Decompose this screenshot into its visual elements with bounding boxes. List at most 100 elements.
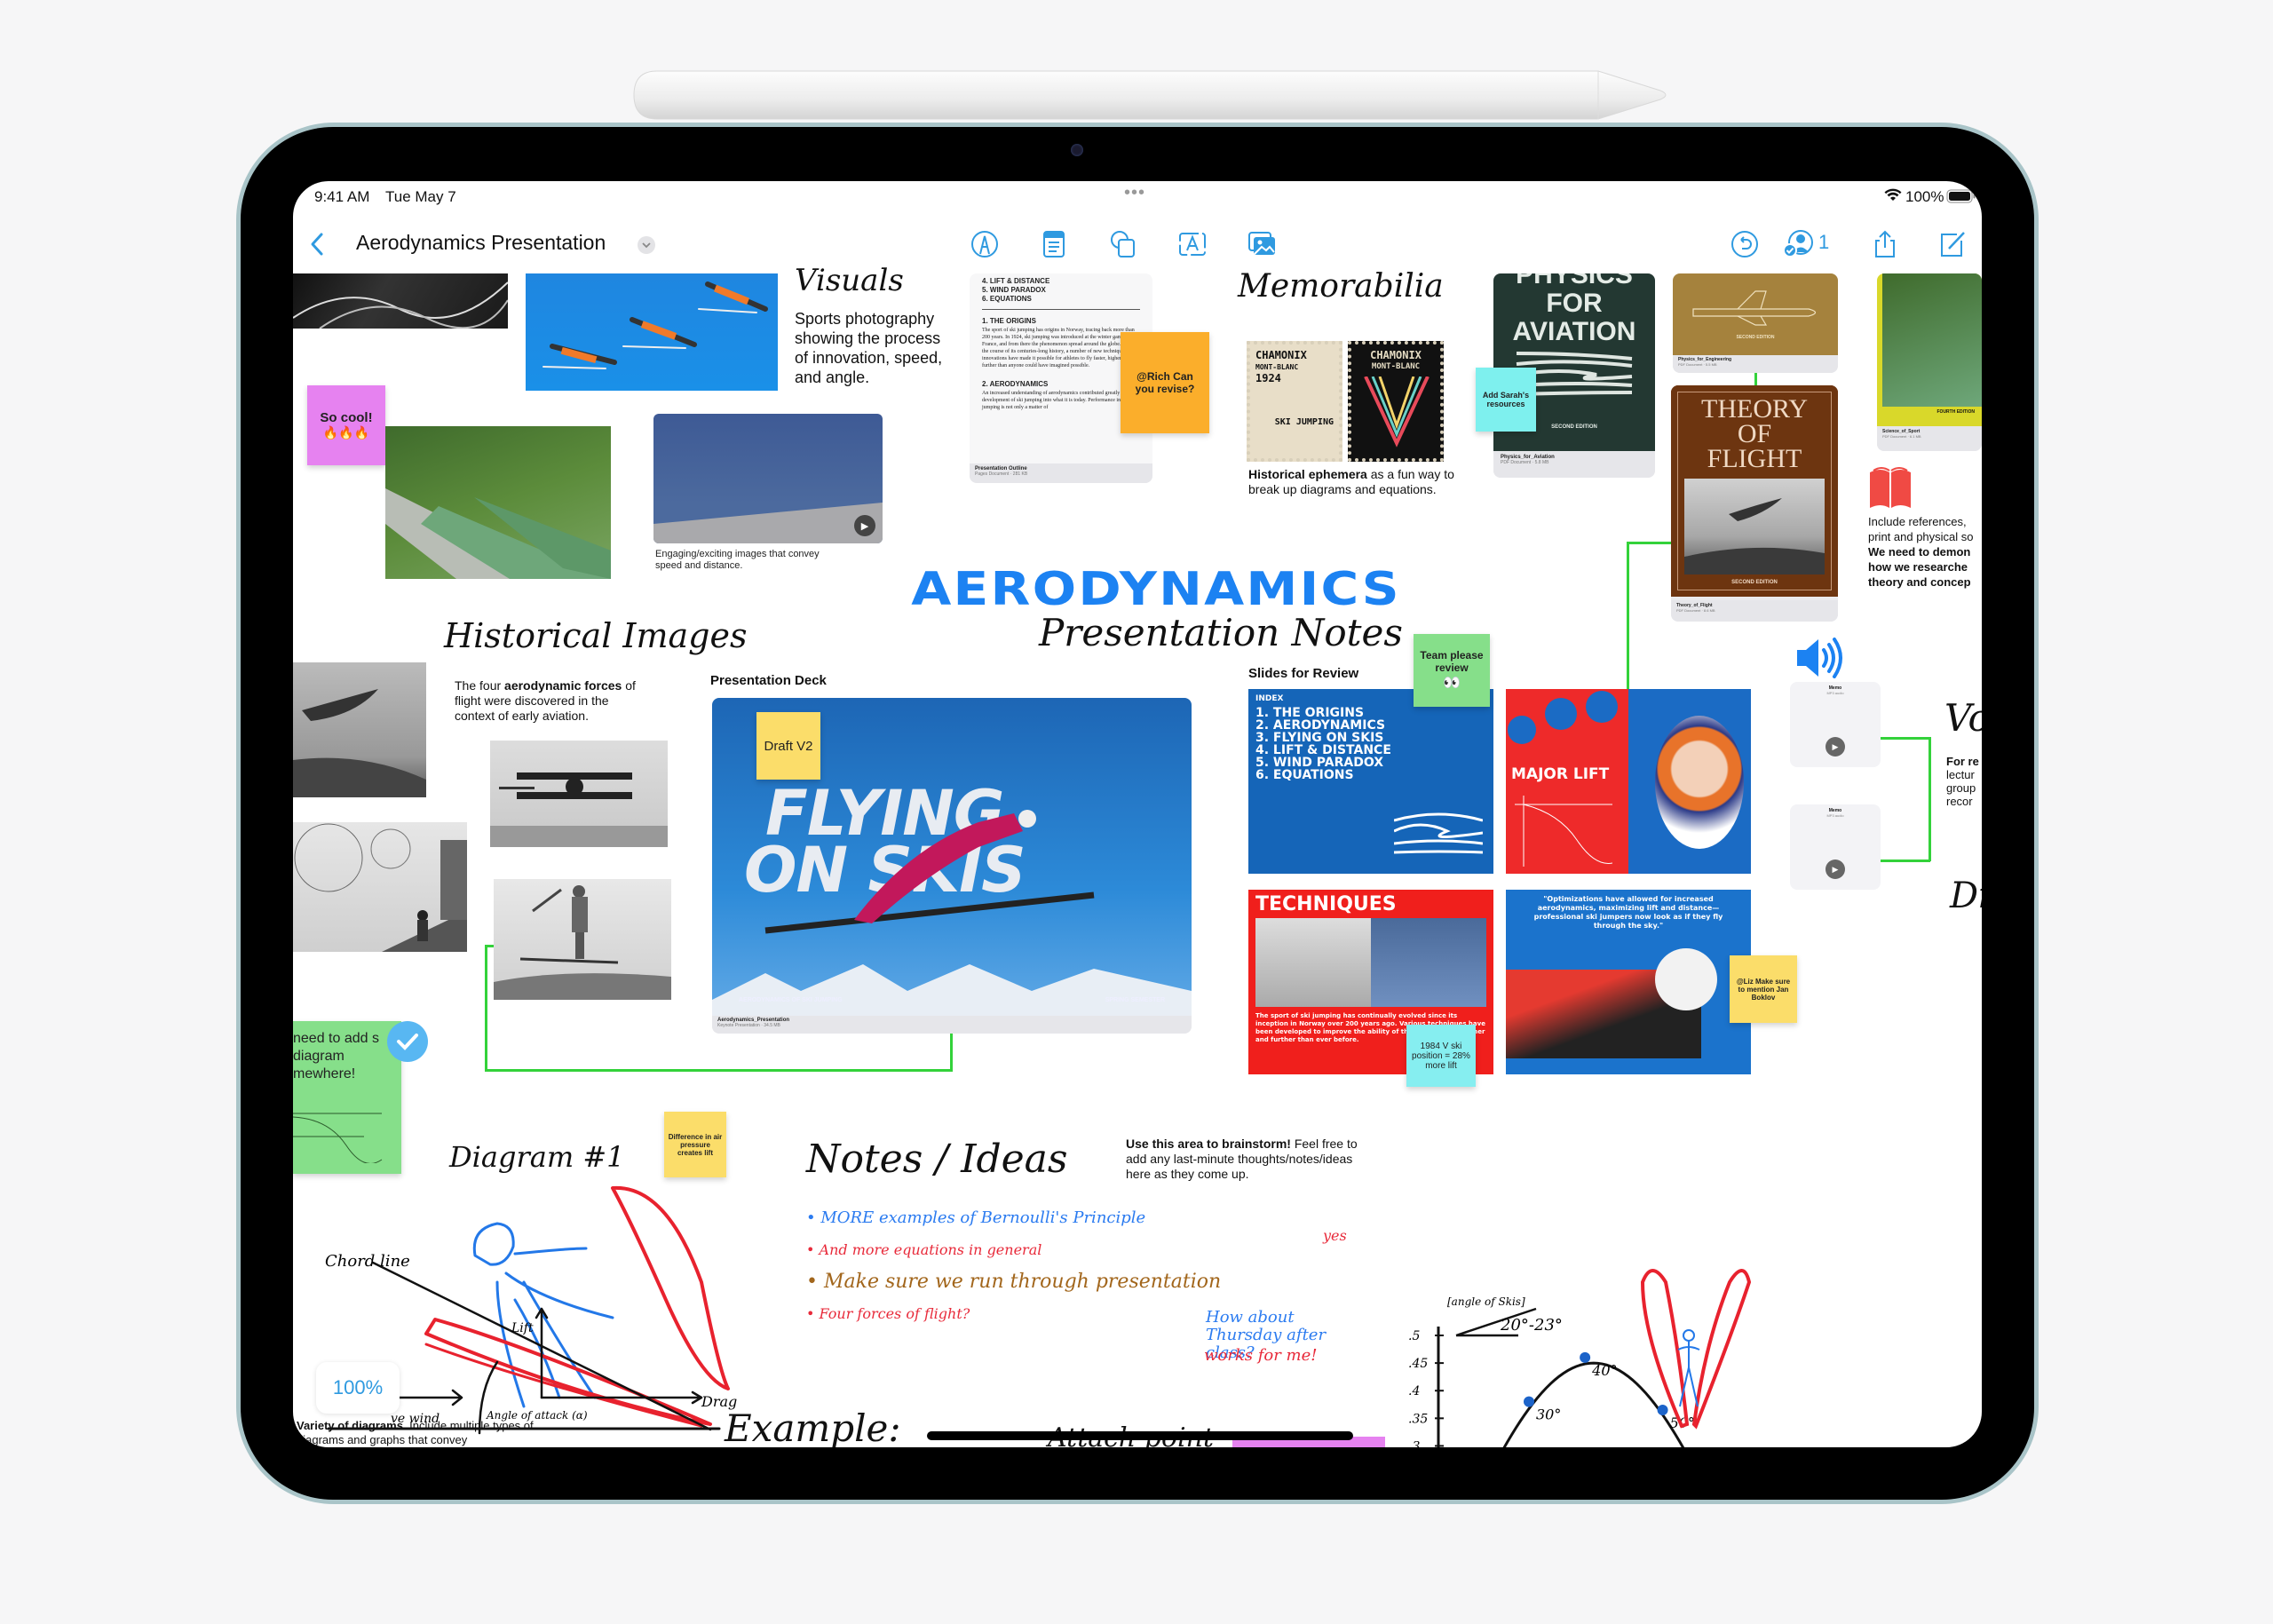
back-button[interactable] bbox=[307, 229, 329, 259]
outline-list-item: 4. LIFT & DISTANCE bbox=[982, 277, 1050, 285]
sticky-note-button[interactable] bbox=[1039, 229, 1069, 259]
sticky-draft-v2[interactable]: Draft V2 bbox=[756, 712, 820, 780]
pen-tool-button[interactable] bbox=[970, 229, 1000, 259]
abstract-photo[interactable] bbox=[293, 273, 508, 329]
play-button[interactable]: ▶ bbox=[854, 515, 875, 536]
reply-works: works for me! bbox=[1204, 1346, 1318, 1365]
slides-review-label: Slides for Review bbox=[1248, 666, 1359, 681]
caption-bold: aerodynamic forces bbox=[504, 678, 622, 693]
voice-memos-text: For re lectur group recor bbox=[1946, 755, 1982, 808]
book-physics-for-engineering[interactable]: SECOND EDITION Physics_for_Engineering PD… bbox=[1673, 273, 1838, 373]
play-button[interactable]: ▶ bbox=[1826, 860, 1845, 879]
sticky-add-diagram[interactable]: need to add s diagram mewhere! bbox=[293, 1021, 401, 1174]
collaborators-button[interactable] bbox=[1781, 229, 1817, 259]
media-button[interactable] bbox=[1247, 229, 1277, 259]
board-subtitle: Presentation Notes bbox=[1039, 611, 1403, 654]
collaborators-icon bbox=[1783, 230, 1813, 257]
caption-bold: Variety of diagrams. bbox=[297, 1419, 407, 1432]
visuals-heading: Visuals bbox=[795, 263, 904, 298]
connector-line bbox=[1754, 373, 1757, 385]
caption-bold: Historical ephemera bbox=[1248, 467, 1367, 481]
sticky-text: So cool! bbox=[320, 410, 373, 425]
pen-icon bbox=[971, 231, 998, 257]
collaborator-count: 1 bbox=[1818, 231, 1830, 253]
poster-text: CHAMONIX bbox=[1370, 349, 1422, 361]
file-meta: Pages Document · 281 KB bbox=[975, 471, 1028, 477]
note-bullet[interactable]: • MORE examples of Bernoulli's Principle bbox=[806, 1202, 1221, 1234]
title-menu-button[interactable] bbox=[638, 236, 655, 254]
deck-footer-right: SPRING SEMESTER bbox=[1105, 997, 1165, 1003]
zoom-level-button[interactable]: 100% bbox=[316, 1362, 400, 1414]
freeform-screen: 9:41 AM Tue May 7 ••• 100% Aerodynamics … bbox=[293, 181, 1982, 1447]
undo-button[interactable] bbox=[1730, 229, 1760, 259]
board-title[interactable]: Aerodynamics Presentation bbox=[356, 231, 606, 255]
voice-memos-bold: For re bbox=[1946, 755, 1979, 768]
checkmark-icon bbox=[387, 1021, 428, 1062]
notes-intro: Use this area to brainstorm! Feel free t… bbox=[1126, 1137, 1366, 1182]
voice-memos-body: lectur group recor bbox=[1946, 768, 1976, 808]
home-indicator[interactable] bbox=[927, 1431, 1353, 1440]
note-bullet[interactable]: • Four forces of flight? bbox=[806, 1298, 1221, 1330]
connector-line bbox=[1627, 542, 1671, 544]
presentation-deck-label: Presentation Deck bbox=[710, 673, 827, 688]
text-box-button[interactable] bbox=[1177, 229, 1208, 259]
outline-section-body: An increased understanding of aerodynami… bbox=[982, 391, 1134, 410]
book-edition: SECOND EDITION bbox=[1736, 335, 1775, 340]
data-point bbox=[1524, 1396, 1534, 1407]
lift-label: Lift bbox=[511, 1321, 534, 1335]
sticky-rich-revise[interactable]: @Rich Can you revise? bbox=[1121, 332, 1209, 433]
shapes-button[interactable] bbox=[1108, 229, 1138, 259]
status-time: 9:41 AM bbox=[314, 188, 370, 205]
play-button[interactable]: ▶ bbox=[1826, 737, 1845, 757]
sticky-liz-boklov[interactable]: @Liz Make sure to mention Jan Boklov bbox=[1730, 955, 1797, 1023]
compose-button[interactable] bbox=[1937, 229, 1968, 259]
ski-jumper-drawing[interactable] bbox=[494, 879, 671, 1000]
multitasking-dots[interactable]: ••• bbox=[1124, 183, 1145, 203]
slide-quote-text: "Optimizations have allowed for increase… bbox=[1533, 895, 1723, 930]
connector-line bbox=[1928, 737, 1931, 861]
connector-line bbox=[1881, 860, 1930, 862]
biplane-photo[interactable] bbox=[490, 741, 668, 847]
ski-jumpers-photo[interactable] bbox=[526, 273, 778, 391]
book-science-of-sport[interactable]: FOURTH EDITION Science_of_Sport PDF Docum… bbox=[1877, 273, 1982, 451]
board-main-title: AERODYNAMICS bbox=[911, 563, 1401, 616]
book-icon bbox=[1868, 463, 1913, 514]
y-tick-label: .5 bbox=[1408, 1329, 1420, 1343]
reply-yes: yes bbox=[1323, 1227, 1347, 1244]
ski-jump-hill-photo[interactable] bbox=[385, 426, 611, 579]
note-bullet[interactable]: • Make sure we run through presentation bbox=[806, 1266, 1221, 1298]
audio-memo-card[interactable]: Memo MP3 audio ▶ bbox=[1790, 804, 1881, 890]
slide-major-lift[interactable]: MAJOR LIFT bbox=[1506, 689, 1751, 874]
sticky-so-cool[interactable]: So cool! 🔥🔥🔥 bbox=[307, 385, 385, 465]
book-theory-of-flight[interactable]: THEORY OF FLIGHT SECOND EDITION Theory_o… bbox=[1671, 385, 1838, 622]
voice-memos-heading: Vo bbox=[1944, 696, 1982, 740]
slide-index[interactable]: INDEX 1. THE ORIGINS 2. AERODYNAMICS 3. FL… bbox=[1248, 689, 1493, 874]
references-bold: We need to demon how we researche theory… bbox=[1868, 545, 1971, 589]
share-button[interactable] bbox=[1870, 229, 1900, 259]
references-line: Include references, print and physical s… bbox=[1868, 515, 1974, 543]
glider-photo[interactable] bbox=[293, 662, 426, 797]
sticky-team-review[interactable]: Team please review 👀 bbox=[1414, 634, 1490, 707]
poster-chamonix-1924[interactable]: CHAMONIX MONT-BLANC 1924 SKI JUMPING bbox=[1247, 341, 1342, 462]
poster-chamonix-mont-blanc[interactable]: CHAMONIX MONT-BLANC bbox=[1348, 341, 1444, 462]
angle-label: [angle of Skis] bbox=[1447, 1295, 1525, 1308]
video-thumbnail[interactable]: ▶ bbox=[653, 414, 883, 543]
slide-heading: TECHNIQUES bbox=[1255, 893, 1397, 915]
note-bullet[interactable]: • And more equations in general bbox=[806, 1234, 1221, 1266]
book-cover-title: PHYSICS FOR AVIATION bbox=[1512, 273, 1636, 346]
v-style-diagram bbox=[1640, 1269, 1752, 1430]
index-item: 3. FLYING ON SKIS bbox=[1255, 731, 1384, 745]
example-heading: Example: bbox=[725, 1406, 901, 1447]
sticky-add-sarah[interactable]: Add Sarah's resources bbox=[1476, 368, 1536, 432]
sticky-note-icon bbox=[1043, 231, 1065, 257]
file-meta: PDF Document · 5.5 MB bbox=[1678, 362, 1717, 367]
audio-memo-card[interactable]: Memo MP3 audio ▶ bbox=[1790, 682, 1881, 767]
slide-quote[interactable]: "Optimizations have allowed for increase… bbox=[1506, 890, 1751, 1074]
sticky-v-ski-position[interactable]: 1984 V ski position = 28% more lift bbox=[1406, 1025, 1476, 1087]
slide-heading: MAJOR LIFT bbox=[1511, 765, 1610, 783]
y-tick-label: .45 bbox=[1408, 1357, 1428, 1371]
intro-bold: Use this area to brainstorm! bbox=[1126, 1137, 1291, 1151]
hang-glider-photo[interactable] bbox=[293, 822, 467, 952]
y-tick-label: .35 bbox=[1408, 1412, 1428, 1426]
index-list: 1. THE ORIGINS 2. AERODYNAMICS 3. FLYING O… bbox=[1255, 707, 1486, 781]
